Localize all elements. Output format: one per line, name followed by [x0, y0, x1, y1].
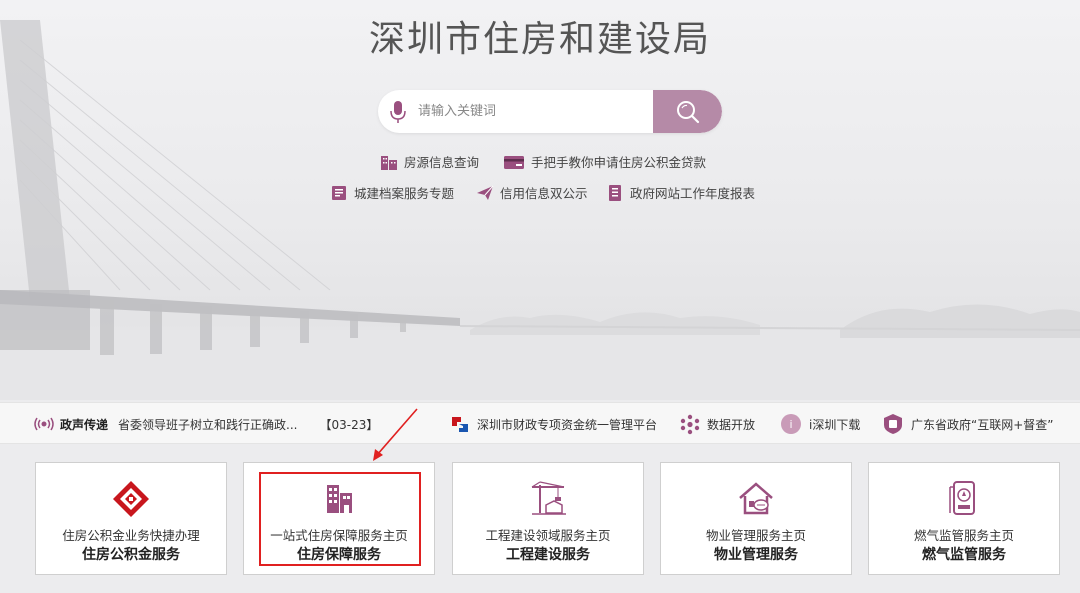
quick-link-label: 房源信息查询 [404, 155, 480, 170]
quick-link-credit[interactable]: 信用信息双公示 [476, 183, 588, 202]
link-finance-platform[interactable]: 深圳市财政专项资金统一管理平台 [449, 403, 657, 445]
paper-plane-icon [477, 185, 494, 200]
news-label: 政声传递 [60, 417, 109, 432]
service-card-property[interactable]: 物业管理服务主页 物业管理服务 [660, 462, 852, 575]
quick-link-label: 信用信息双公示 [500, 186, 588, 201]
service-title: 物业管理服务 [714, 547, 798, 563]
broadcast-icon [34, 417, 54, 431]
quick-link-annual-report[interactable]: 政府网站工作年度报表 [606, 183, 755, 202]
finance-platform-icon [452, 417, 468, 432]
quick-link-fund-loan[interactable]: 手把手教你申请住房公积金贷款 [503, 152, 706, 171]
archive-icon [332, 185, 346, 200]
service-card-gas[interactable]: 燃气监管服务主页 燃气监管服务 [868, 462, 1060, 575]
search-button[interactable] [653, 90, 722, 133]
building-icon [381, 155, 397, 170]
service-title: 工程建设服务 [506, 547, 590, 563]
supervision-icon [884, 414, 902, 434]
quick-link-label: 手把手教你申请住房公积金贷款 [531, 155, 707, 170]
service-title: 住房保障服务 [297, 547, 381, 563]
quick-link-housing-search[interactable]: 房源信息查询 [380, 152, 479, 171]
news-bar: 政声传递 省委领导班子树立和践行正确政... 【03-23】 深圳市财政专项资金… [0, 402, 1080, 444]
service-card-construction[interactable]: 工程建设领域服务主页 工程建设服务 [452, 462, 644, 575]
search-input[interactable] [418, 90, 648, 133]
service-card-housing-security[interactable]: 一站式住房保障服务主页 住房保障服务 [243, 462, 435, 575]
construction-crane-icon [531, 481, 566, 515]
link-label: i深圳下载 [809, 417, 861, 432]
svg-text:i: i [789, 418, 792, 431]
card-icon [504, 155, 524, 169]
service-subtitle: 物业管理服务主页 [705, 528, 806, 543]
report-icon [609, 184, 621, 201]
service-subtitle: 燃气监管服务主页 [913, 528, 1014, 543]
link-label: 广东省政府“互联网+督查” [911, 417, 1054, 432]
news-headline[interactable]: 省委领导班子树立和践行正确政... [118, 416, 297, 433]
service-card-housing-fund[interactable]: 住房公积金业务快捷办理 住房公积金服务 [35, 462, 227, 575]
news-ticker[interactable]: 政声传递 省委领导班子树立和践行正确政... 【03-23】 [34, 403, 378, 445]
data-open-icon [680, 414, 700, 435]
link-data-open[interactable]: 数据开放 [679, 403, 755, 445]
housing-fund-icon [113, 481, 149, 517]
link-label: 深圳市财政专项资金统一管理平台 [477, 417, 658, 432]
service-title: 住房公积金服务 [82, 547, 180, 563]
gas-meter-icon [949, 481, 975, 515]
service-subtitle: 工程建设领域服务主页 [485, 528, 611, 543]
annotation-arrow [373, 408, 418, 461]
link-supervision[interactable]: 广东省政府“互联网+督查” [881, 403, 1054, 445]
quick-link-archive[interactable]: 城建档案服务专题 [330, 183, 454, 202]
service-title: 燃气监管服务 [922, 547, 1006, 563]
i-shenzhen-icon: i [781, 414, 801, 434]
housing-security-icon [327, 485, 352, 513]
microphone-icon[interactable] [390, 100, 406, 124]
page-title: 深圳市住房和建设局 [368, 19, 711, 60]
search-icon [676, 100, 699, 123]
quick-link-label: 城建档案服务专题 [354, 186, 455, 201]
property-house-icon [739, 482, 773, 515]
link-i-shenzhen[interactable]: i i深圳下载 [779, 403, 860, 445]
link-label: 数据开放 [707, 417, 756, 432]
search-bar [378, 90, 722, 133]
service-subtitle: 住房公积金业务快捷办理 [62, 528, 200, 543]
service-subtitle: 一站式住房保障服务主页 [270, 528, 408, 543]
quick-link-label: 政府网站工作年度报表 [630, 186, 756, 201]
